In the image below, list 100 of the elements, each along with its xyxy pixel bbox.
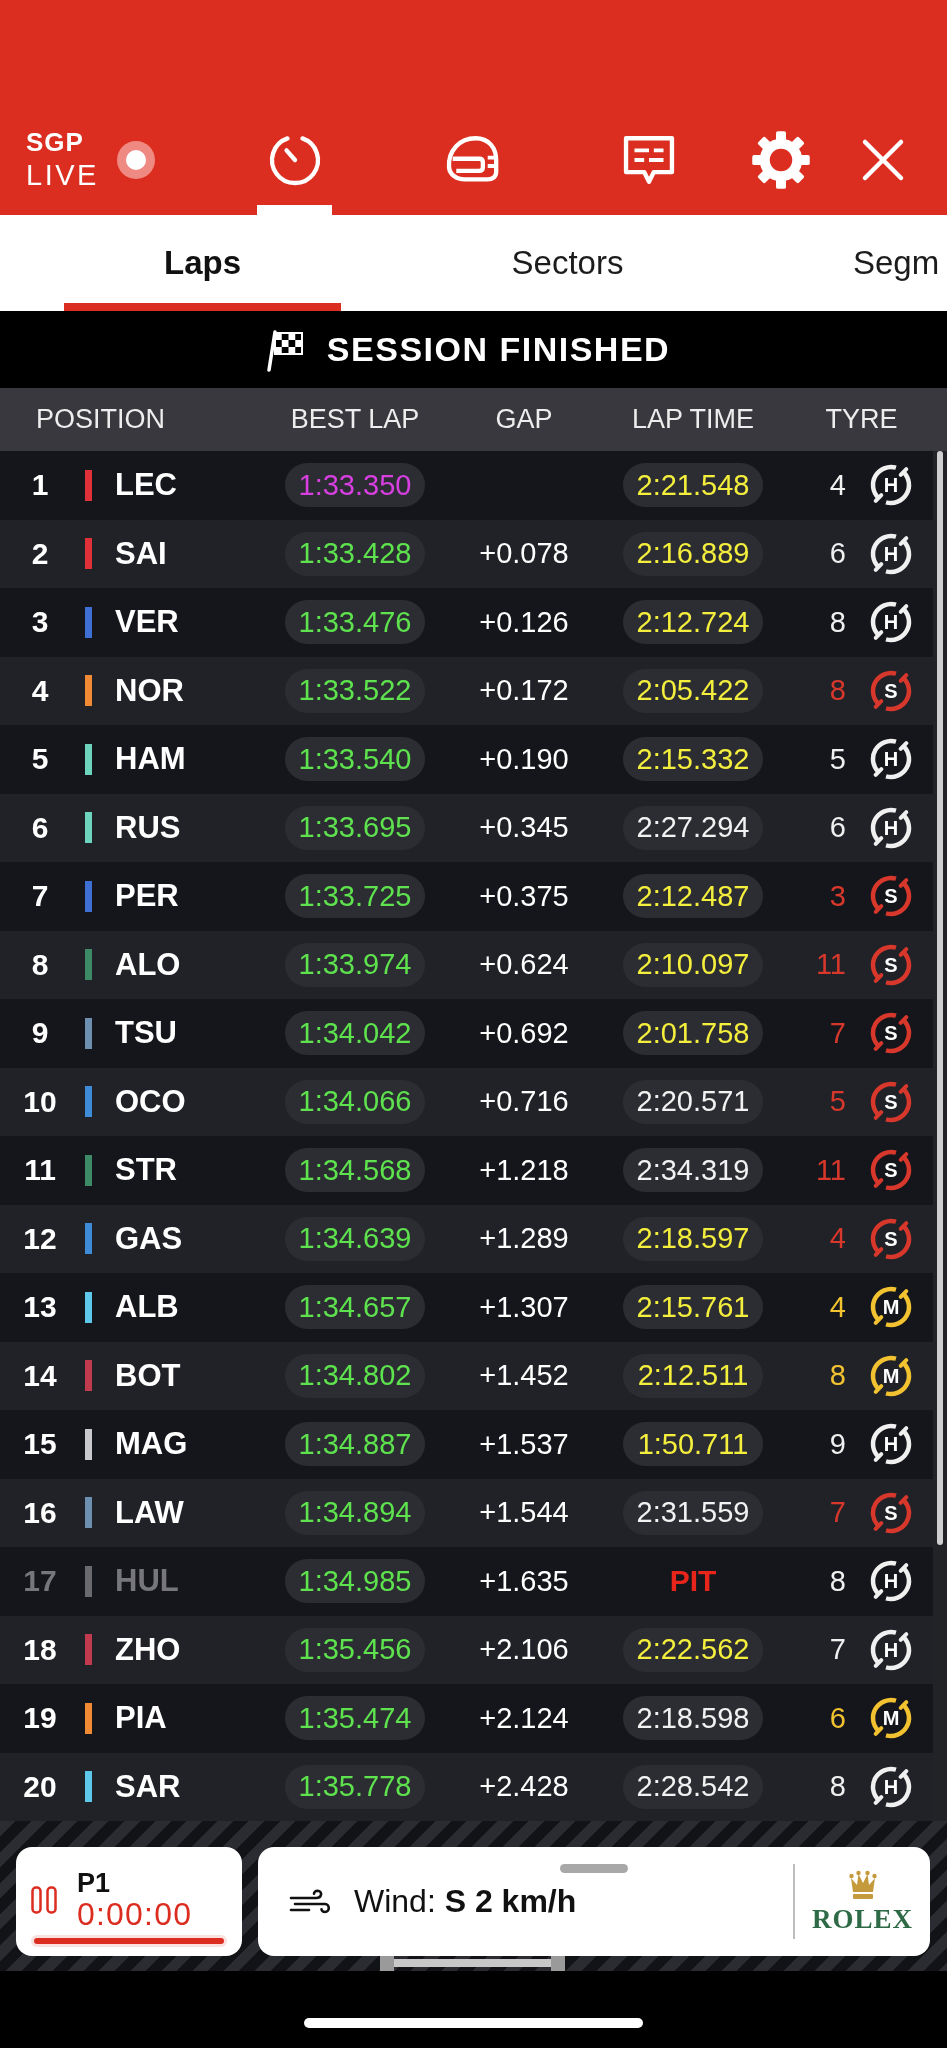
driver-code: HAM	[115, 741, 186, 778]
tyre-laps: 5	[829, 742, 846, 776]
best-lap-time: 1:33.476	[285, 600, 425, 645]
gap-time: +0.375	[479, 879, 569, 913]
drag-handle[interactable]	[560, 1864, 628, 1873]
best-lap-time: 1:34.894	[285, 1490, 425, 1535]
live-dot-icon	[117, 141, 155, 179]
weather-card[interactable]: Wind: S 2 km/h ROLEX	[258, 1847, 930, 1956]
crown-icon	[848, 1869, 877, 1901]
pause-icon	[31, 1886, 57, 1914]
tyre-compound: M	[882, 1296, 900, 1319]
lap-time: 2:28.542	[623, 1764, 763, 1809]
tyre-laps: 8	[829, 1359, 846, 1393]
tyre-laps: 11	[815, 948, 846, 982]
column-header: BEST LAP	[290, 404, 420, 435]
driver-code: SAI	[115, 535, 167, 572]
position-number: 2	[31, 536, 49, 571]
best-lap-time: 1:33.974	[285, 942, 425, 987]
driver-code: NOR	[115, 672, 184, 709]
tyre-compound: M	[882, 1707, 900, 1730]
lap-time: 2:20.571	[623, 1079, 763, 1124]
best-lap-time: 1:34.568	[285, 1148, 425, 1193]
tyre-compound: H	[883, 542, 899, 565]
gap-time: +0.190	[479, 742, 569, 776]
gap-time: +1.218	[479, 1153, 569, 1187]
tyre-compound: H	[883, 816, 899, 839]
driver-code: PER	[115, 878, 179, 915]
tyre-compound: H	[883, 1775, 899, 1798]
best-lap-time: 1:35.474	[285, 1696, 425, 1741]
tyre-laps: 6	[829, 537, 846, 571]
gap-time: +2.428	[479, 1770, 569, 1804]
tyre-laps: 8	[829, 1770, 846, 1804]
lap-time: 2:15.761	[623, 1285, 763, 1330]
position-number: 18	[23, 1632, 57, 1667]
close-icon	[861, 138, 905, 182]
best-lap-time: 1:34.066	[285, 1079, 425, 1124]
position-number: 16	[23, 1495, 57, 1530]
gap-time: +1.452	[479, 1359, 569, 1393]
tyre-compound: H	[883, 748, 899, 771]
column-header: TYRE	[825, 404, 898, 435]
driver-code: ALO	[115, 946, 181, 983]
gap-time: +1.635	[479, 1564, 569, 1598]
tab[interactable]: Segm	[794, 215, 947, 311]
tyre-compound: H	[883, 611, 899, 634]
best-lap-time: 1:33.725	[285, 874, 425, 919]
tyre-laps: 7	[829, 1016, 846, 1050]
best-lap-time: 1:33.428	[285, 531, 425, 576]
pit-status: PIT	[669, 1564, 717, 1599]
lap-time: 2:18.598	[623, 1696, 763, 1741]
tyre-laps: 4	[829, 1222, 846, 1256]
session-name: P1	[77, 1869, 111, 1897]
gap-time: +1.289	[479, 1222, 569, 1256]
lap-time: 2:01.758	[623, 1011, 763, 1056]
driver-code: RUS	[115, 809, 181, 846]
column-header: POSITION	[36, 404, 165, 435]
session-status: SESSION FINISHED	[326, 330, 671, 369]
position-number: 7	[31, 879, 49, 914]
driver-code: TSU	[115, 1015, 177, 1052]
driver-code: MAG	[115, 1426, 188, 1463]
session-card[interactable]: P1 0:00:00	[16, 1847, 242, 1956]
tyre-compound: S	[884, 1501, 898, 1524]
position-number: 4	[31, 673, 49, 708]
tyre-compound: M	[882, 1364, 900, 1387]
tyre-laps: 8	[829, 674, 846, 708]
driver-code: HUL	[115, 1563, 179, 1600]
wind-icon	[289, 1888, 331, 1915]
position-number: 5	[31, 742, 49, 777]
best-lap-time: 1:33.695	[285, 805, 425, 850]
gap-time: +0.624	[479, 948, 569, 982]
settings-icon	[751, 130, 811, 190]
best-lap-time: 1:35.456	[285, 1627, 425, 1672]
tyre-compound: S	[884, 679, 898, 702]
gap-time: +2.106	[479, 1633, 569, 1667]
tyre-laps: 11	[815, 1153, 846, 1187]
driver-code: LEC	[115, 467, 177, 504]
tyre-laps: 4	[829, 1290, 846, 1324]
tyre-laps: 6	[829, 1701, 846, 1735]
position-number: 8	[31, 947, 49, 982]
gap-time: +1.307	[479, 1290, 569, 1324]
position-number: 19	[23, 1701, 57, 1736]
best-lap-time: 1:33.540	[285, 737, 425, 782]
tyre-compound: S	[884, 1159, 898, 1182]
tab[interactable]: Sectors	[429, 215, 706, 311]
tyre-laps: 8	[829, 605, 846, 639]
driver-code: ZHO	[115, 1631, 181, 1668]
scrollbar-thumb[interactable]	[937, 451, 943, 1545]
best-lap-time: 1:33.522	[285, 668, 425, 713]
position-number: 17	[23, 1564, 57, 1599]
lap-time: 2:12.511	[623, 1353, 763, 1398]
driver-code: LAW	[115, 1494, 184, 1531]
gap-time: +1.544	[479, 1496, 569, 1530]
tyre-compound: S	[884, 953, 898, 976]
lap-time: 2:18.597	[623, 1216, 763, 1261]
best-lap-time: 1:34.802	[285, 1353, 425, 1398]
best-lap-time: 1:34.042	[285, 1011, 425, 1056]
position-number: 14	[23, 1358, 57, 1393]
lap-time: 1:50.711	[623, 1422, 763, 1467]
tyre-laps: 9	[829, 1427, 846, 1461]
gap-time: +0.716	[479, 1085, 569, 1119]
best-lap-time: 1:34.887	[285, 1422, 425, 1467]
